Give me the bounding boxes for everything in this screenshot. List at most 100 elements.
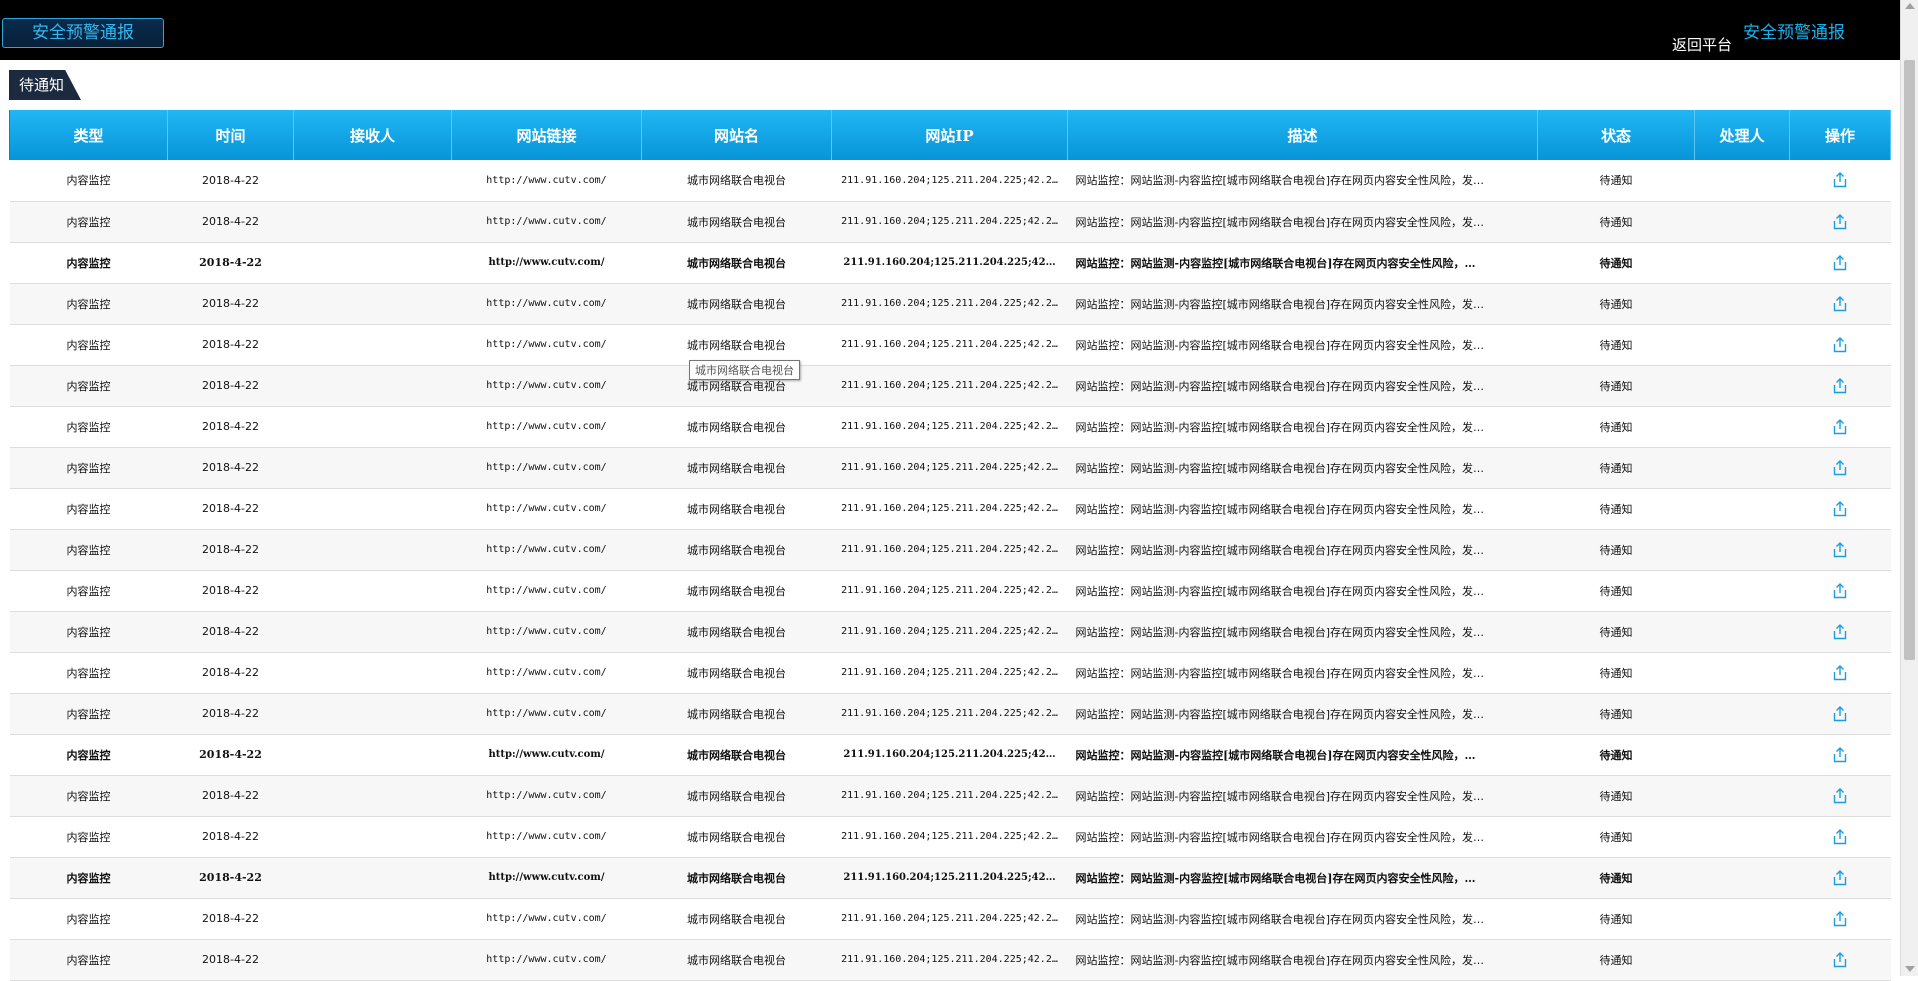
share-upload-icon[interactable]	[1831, 910, 1849, 928]
share-upload-icon[interactable]	[1831, 664, 1849, 682]
share-upload-icon[interactable]	[1831, 951, 1849, 969]
column-header-site-name: 网站名	[641, 110, 832, 160]
table-row[interactable]: 内容监控 2018-4-22 http://www.cutv.com/城市网络联合电…	[9, 201, 1891, 243]
table-row[interactable]: 内容监控 2018-4-22 http://www.cutv.com/城市网络联合电…	[9, 529, 1891, 571]
table-row[interactable]: 内容监控 2018-4-22 http://www.cutv.com/城市网络联合电…	[9, 939, 1891, 981]
share-upload-icon[interactable]	[1831, 213, 1849, 231]
cell-time: 2018-4-22	[167, 488, 294, 530]
share-upload-icon[interactable]	[1831, 254, 1849, 272]
cell-description: 网站监控：网站监测-内容监控[城市网络联合电视台]存在网页内容安全性风险，发…	[1067, 324, 1538, 366]
cell-description: 网站监控：网站监测-内容监控[城市网络联合电视台]存在网页内容安全性风险，…	[1067, 734, 1538, 776]
cell-handler	[1694, 652, 1790, 694]
cell-ip: 211.91.160.204;125.211.204.225;42…	[831, 734, 1068, 776]
cell-status: 待通知	[1537, 488, 1695, 530]
table-row[interactable]: 内容监控 2018-4-22 http://www.cutv.com/城市网络联合电…	[9, 283, 1891, 325]
share-upload-icon[interactable]	[1831, 295, 1849, 313]
table-row[interactable]: 内容监控 2018-4-22 http://www.cutv.com/城市网络联合电…	[9, 365, 1891, 407]
cell-action	[1789, 898, 1891, 940]
cell-ip: 211.91.160.204;125.211.204.225;42.2…	[831, 488, 1068, 530]
back-to-platform-link[interactable]: 返回平台	[1672, 34, 1732, 55]
cell-ip: 211.91.160.204;125.211.204.225;42.2…	[831, 201, 1068, 243]
cell-site-name: 城市网络联合电视台	[641, 775, 832, 817]
share-upload-icon[interactable]	[1831, 171, 1849, 189]
share-upload-icon[interactable]	[1831, 828, 1849, 846]
table-row[interactable]: 内容监控 2018-4-22 http://www.cutv.com/城市网络联合电…	[9, 693, 1891, 735]
tab-notified[interactable]: 已通知	[79, 70, 159, 100]
cell-time: 2018-4-22	[167, 898, 294, 940]
cell-site-name: 城市网络联合电视台	[641, 160, 832, 202]
scroll-thumb[interactable]	[1904, 60, 1915, 660]
share-upload-icon[interactable]	[1831, 418, 1849, 436]
cell-site-name: 城市网络联合电视台	[641, 529, 832, 571]
cell-site-name: 城市网络联合电视台	[641, 447, 832, 489]
vertical-scrollbar[interactable]	[1900, 0, 1918, 976]
cell-time: 2018-4-22	[167, 611, 294, 653]
scroll-up-arrow-icon[interactable]	[1905, 3, 1915, 9]
table-row[interactable]: 内容监控 2018-4-22 http://www.cutv.com/城市网络联合电…	[9, 857, 1891, 899]
scroll-down-arrow-icon[interactable]	[1905, 966, 1915, 972]
table-row[interactable]: 内容监控 2018-4-22 http://www.cutv.com/城市网络联合电…	[9, 488, 1891, 530]
cell-site-name: 城市网络联合电视台	[641, 324, 832, 366]
cell-status: 待通知	[1537, 324, 1695, 366]
cell-action	[1789, 611, 1891, 653]
cell-url: http://www.cutv.com/	[451, 570, 642, 612]
cell-url: http://www.cutv.com/	[451, 734, 642, 776]
cell-action	[1789, 283, 1891, 325]
cell-type: 内容监控	[9, 570, 168, 612]
cell-handler	[1694, 939, 1790, 981]
table-row[interactable]: 内容监控 2018-4-22 http://www.cutv.com/城市网络联合电…	[9, 570, 1891, 612]
cell-time: 2018-4-22	[167, 775, 294, 817]
share-upload-icon[interactable]	[1831, 541, 1849, 559]
cell-action	[1789, 365, 1891, 407]
table-body: 内容监控 2018-4-22 http://www.cutv.com/城市网络联合电…	[9, 160, 1891, 981]
cell-receiver	[293, 857, 452, 899]
cell-ip: 211.91.160.204;125.211.204.225;42.2…	[831, 775, 1068, 817]
table-row[interactable]: 内容监控 2018-4-22 http://www.cutv.com/城市网络联合电…	[9, 160, 1891, 202]
table-row[interactable]: 内容监控 2018-4-22 http://www.cutv.com/城市网络联合电…	[9, 898, 1891, 940]
cell-type: 内容监控	[9, 693, 168, 735]
share-upload-icon[interactable]	[1831, 377, 1849, 395]
cell-url: http://www.cutv.com/	[451, 488, 642, 530]
cell-status: 待通知	[1537, 816, 1695, 858]
table-row[interactable]: 内容监控 2018-4-22 http://www.cutv.com/城市网络联合电…	[9, 816, 1891, 858]
table-row[interactable]: 内容监控 2018-4-22 http://www.cutv.com/城市网络联合电…	[9, 406, 1891, 448]
cell-status: 待通知	[1537, 939, 1695, 981]
cell-status: 待通知	[1537, 242, 1695, 284]
cell-ip: 211.91.160.204;125.211.204.225;42.2…	[831, 160, 1068, 202]
tab-pending[interactable]: 待通知	[9, 70, 81, 100]
brand-title: 安全预警通报	[1743, 23, 1845, 43]
table-row[interactable]: 内容监控 2018-4-22 http://www.cutv.com/城市网络联合电…	[9, 611, 1891, 653]
table-row[interactable]: 内容监控 2018-4-22 http://www.cutv.com/城市网络联合电…	[9, 734, 1891, 776]
cell-url: http://www.cutv.com/	[451, 365, 642, 407]
table-row[interactable]: 内容监控 2018-4-22 http://www.cutv.com/城市网络联合电…	[9, 242, 1891, 284]
cell-ip: 211.91.160.204;125.211.204.225;42.2…	[831, 898, 1068, 940]
cell-type: 内容监控	[9, 447, 168, 489]
cell-time: 2018-4-22	[167, 324, 294, 366]
share-upload-icon[interactable]	[1831, 582, 1849, 600]
column-header-handler: 处理人	[1694, 110, 1790, 160]
cell-handler	[1694, 324, 1790, 366]
table-row[interactable]: 内容监控 2018-4-22 http://www.cutv.com/城市网络联合电…	[9, 324, 1891, 366]
share-upload-icon[interactable]	[1831, 787, 1849, 805]
share-upload-icon[interactable]	[1831, 746, 1849, 764]
cell-type: 内容监控	[9, 939, 168, 981]
cell-action	[1789, 775, 1891, 817]
share-upload-icon[interactable]	[1831, 336, 1849, 354]
column-header-time: 时间	[167, 110, 294, 160]
cell-status: 待通知	[1537, 529, 1695, 571]
table-row[interactable]: 内容监控 2018-4-22 http://www.cutv.com/城市网络联合电…	[9, 652, 1891, 694]
share-upload-icon[interactable]	[1831, 869, 1849, 887]
share-upload-icon[interactable]	[1831, 459, 1849, 477]
cell-action	[1789, 816, 1891, 858]
cell-receiver	[293, 570, 452, 612]
share-upload-icon[interactable]	[1831, 623, 1849, 641]
cell-action	[1789, 693, 1891, 735]
share-upload-icon[interactable]	[1831, 500, 1849, 518]
cell-url: http://www.cutv.com/	[451, 529, 642, 571]
cell-site-name: 城市网络联合电视台	[641, 611, 832, 653]
cell-description: 网站监控：网站监测-内容监控[城市网络联合电视台]存在网页内容安全性风险，发…	[1067, 816, 1538, 858]
table-row[interactable]: 内容监控 2018-4-22 http://www.cutv.com/城市网络联合电…	[9, 447, 1891, 489]
app-title-button[interactable]: 安全预警通报	[2, 18, 164, 48]
share-upload-icon[interactable]	[1831, 705, 1849, 723]
table-row[interactable]: 内容监控 2018-4-22 http://www.cutv.com/城市网络联合电…	[9, 775, 1891, 817]
